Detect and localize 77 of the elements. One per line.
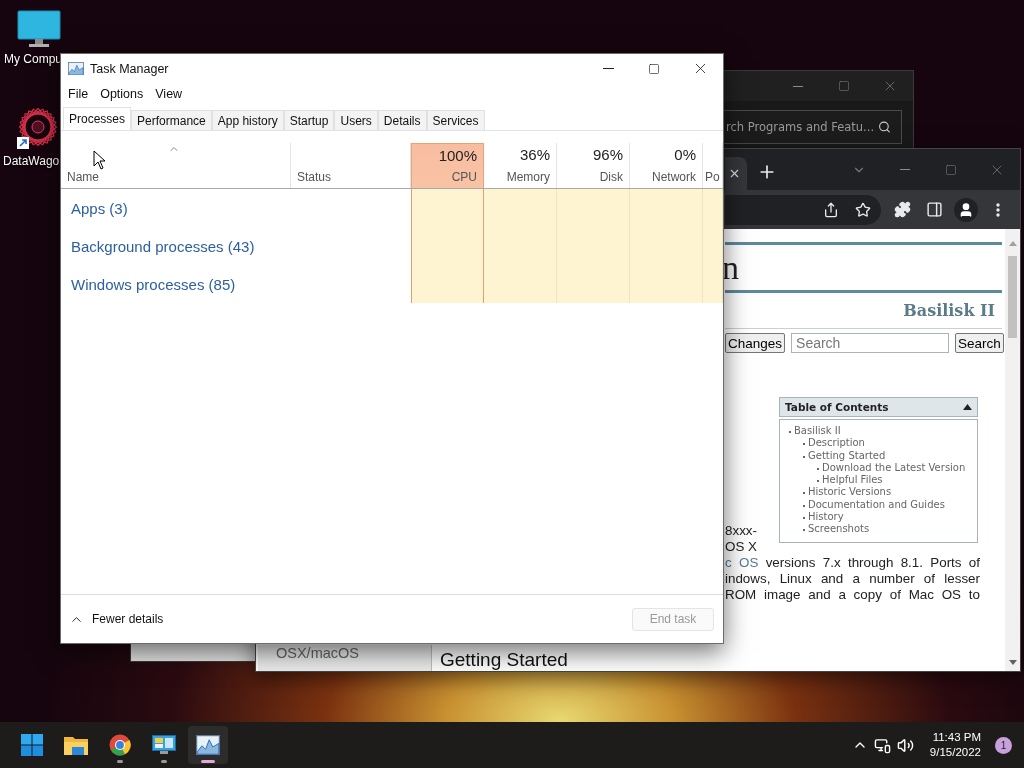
maximize-icon [838, 80, 850, 92]
puzzle-icon [893, 201, 911, 218]
tab[interactable]: Details [377, 110, 427, 131]
paragraph-line: c OS versions 7.x through 8.1. Ports of [725, 555, 980, 571]
desktop-icon-label[interactable]: DataWago [3, 154, 60, 168]
toc-link[interactable]: Screenshots [803, 523, 870, 536]
process-group[interactable]: Apps (3) [61, 189, 411, 227]
chart-icon [196, 734, 220, 756]
scrollbar-thumb[interactable] [1008, 256, 1017, 338]
side-panel-icon [925, 201, 943, 218]
paragraph-line: ROM image and a copy of Mac OS to [725, 587, 980, 603]
paragraph-line: indows, Linux and a number of lesser [725, 571, 980, 587]
search-icon [878, 120, 891, 134]
tab[interactable]: Services [426, 110, 485, 131]
process-group[interactable]: Background processes (43) [61, 227, 411, 265]
tab[interactable]: Performance [131, 110, 212, 131]
table-cell [703, 189, 723, 227]
column-header[interactable]: Name [61, 143, 291, 188]
browser-tab[interactable] [725, 157, 747, 190]
paragraph-line: OS X [725, 539, 757, 555]
section-heading: Getting Started [440, 649, 568, 671]
close-tab-button[interactable] [728, 167, 741, 180]
toc-link[interactable]: Download the Latest Version [817, 461, 966, 475]
taskbar-app-button[interactable] [188, 726, 228, 764]
toc-link[interactable]: Getting Started [803, 449, 886, 462]
notification-badge[interactable]: 1 [995, 736, 1012, 754]
person-icon [958, 201, 974, 218]
tab[interactable]: App history [211, 110, 284, 131]
tab[interactable]: Startup [283, 110, 335, 131]
changes-button[interactable]: Changes [725, 333, 786, 353]
tab[interactable]: Users [334, 110, 378, 131]
browser-logo-icon [109, 734, 131, 756]
fewer-details-button[interactable]: Fewer details [69, 611, 164, 627]
star-icon [855, 201, 871, 218]
paragraph-line: 8xxx- [725, 523, 757, 539]
monitor-icon[interactable] [17, 10, 61, 48]
scroll-down-icon[interactable] [1008, 660, 1017, 665]
clock[interactable]: 11:43 PM 9/15/2022 [929, 730, 981, 760]
close-icon [728, 167, 741, 180]
chart-icon [68, 61, 84, 76]
collapse-triangle-icon[interactable] [963, 404, 972, 410]
minimize-icon [900, 169, 910, 170]
toc-link[interactable]: Basilisk II [789, 425, 841, 438]
folder-icon [63, 734, 89, 756]
site-title[interactable]: Basilisk II [903, 301, 995, 320]
menu-item[interactable]: View [149, 87, 189, 101]
share-icon [823, 201, 839, 218]
toc-link[interactable]: History [803, 511, 844, 524]
toc-link[interactable]: Description [803, 437, 865, 450]
table-cell [703, 265, 723, 303]
toc-link[interactable]: Helpful Files [817, 474, 883, 487]
column-header[interactable]: 100% CPU [411, 143, 484, 188]
window-title: Task Manager [90, 61, 169, 76]
process-group[interactable]: Windows processes (85) [61, 265, 411, 303]
network-icon[interactable] [873, 736, 891, 754]
menu-item[interactable]: File [62, 87, 95, 101]
menu-item[interactable]: Options [94, 87, 150, 101]
toc-link[interactable]: Historic Versions [803, 486, 892, 499]
search-field[interactable]: Search [791, 333, 950, 353]
control-panel-icon [152, 735, 176, 755]
toc-link[interactable]: Documentation and Guides [803, 498, 945, 512]
cursor-icon [93, 150, 107, 170]
minimize-icon [602, 68, 614, 69]
page-heading: n [722, 247, 739, 288]
tab[interactable]: Processes [63, 107, 132, 130]
column-header[interactable]: Po [703, 143, 723, 188]
minimize-icon [793, 85, 803, 87]
sidebar-link[interactable]: OSX/macOS [276, 645, 431, 661]
search-button[interactable]: Search [955, 333, 1004, 353]
scrollbar[interactable] [1005, 229, 1020, 671]
address-bar[interactable] [725, 194, 881, 225]
toc-header[interactable]: Table of Contents [779, 397, 978, 417]
more-icon [996, 202, 1000, 217]
volume-icon[interactable] [896, 736, 914, 754]
maximize-icon [648, 62, 660, 75]
maximize-icon [945, 163, 957, 176]
windows-logo-icon [21, 734, 43, 756]
